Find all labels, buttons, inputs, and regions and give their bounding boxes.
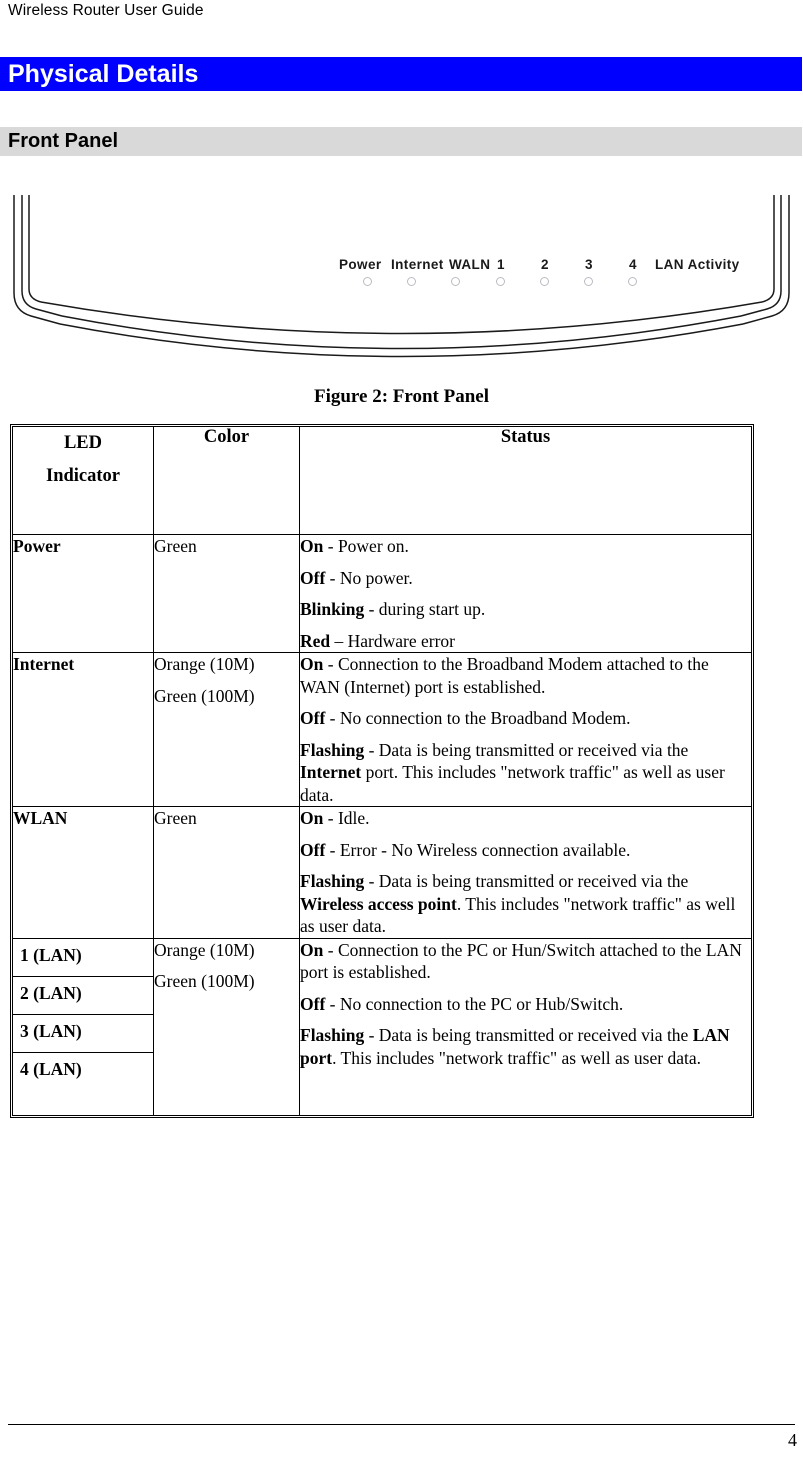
color-line: Green: [154, 536, 197, 556]
status-line: Flashing - Data is being transmitted or …: [300, 1024, 751, 1069]
chapter-title: Physical Details: [8, 60, 199, 88]
chapter-heading-bar: Physical Details: [0, 57, 802, 91]
table-header-row: LED Indicator Color Status: [13, 427, 751, 535]
header-led-line1: LED: [63, 433, 103, 453]
status-dash: -: [325, 567, 340, 588]
cell-indicator-power: Power: [13, 535, 154, 653]
status-text: during start up.: [378, 599, 486, 619]
led-indicator-table: LED Indicator Color Status Power Green O…: [10, 424, 754, 1118]
status-dash: -: [323, 808, 338, 828]
status-line: Off - Error - No Wireless connection ava…: [300, 839, 751, 862]
table-row-lan-ports: 1 (LAN) 2 (LAN) 3 (LAN) 4 (LAN) Orange (…: [13, 938, 751, 1115]
status-label: Red: [300, 630, 331, 651]
footer-divider: [8, 1424, 795, 1425]
cell-indicator-internet: Internet: [13, 653, 154, 807]
lan-sub-row-1: 1 (LAN): [13, 939, 153, 977]
status-label: On: [300, 536, 324, 556]
header-led-line2: Indicator: [46, 466, 120, 486]
status-text: No connection to the PC or Hub/Switch.: [339, 993, 624, 1014]
lan-sub-row-2: 2 (LAN): [13, 977, 153, 1015]
status-text: Data is being transmitted or received vi…: [378, 1025, 693, 1045]
lan-sub-row-4: 4 (LAN): [20, 1058, 82, 1079]
status-line: On - Connection to the PC or Hun/Switch …: [300, 939, 751, 984]
status-line: Red – Hardware error: [300, 630, 751, 653]
cell-status-internet: On - Connection to the Broadband Modem a…: [300, 653, 751, 807]
status-line: Off - No connection to the PC or Hub/Swi…: [300, 993, 751, 1016]
cell-color-power: Green: [154, 535, 300, 653]
table-row-wlan: WLAN Green On - Idle. Off - Error - No W…: [13, 807, 751, 939]
status-dash: -: [364, 599, 379, 619]
status-text: No connection to the Broadband Modem.: [339, 708, 631, 728]
status-text: Error - No Wireless connection available…: [339, 839, 631, 860]
status-dash: -: [364, 1025, 379, 1045]
router-line-drawing: [13, 195, 790, 358]
status-label: On: [300, 654, 324, 674]
header-cell-led-indicator: LED Indicator: [13, 427, 154, 535]
status-label: On: [300, 939, 324, 960]
status-text-after: port. This includes "network traffic" as…: [300, 762, 725, 805]
cell-color-lan: Orange (10M) Green (100M): [154, 938, 300, 1115]
lan-sub-row-3: 3 (LAN): [13, 1015, 153, 1053]
cell-indicator-lan-group: 1 (LAN) 2 (LAN) 3 (LAN) 4 (LAN): [13, 938, 154, 1115]
header-cell-status: Status: [300, 427, 751, 535]
status-label: Off: [300, 839, 326, 860]
status-line: On - Connection to the Broadband Modem a…: [300, 653, 751, 698]
cell-status-power: On - Power on. Off - No power. Blinking …: [300, 535, 751, 653]
status-text: Idle.: [337, 808, 370, 828]
status-label: Off: [300, 567, 326, 588]
running-header-title: Wireless Router User Guide: [8, 2, 204, 19]
status-text: Hardware error: [347, 630, 455, 651]
table-row-power: Power Green On - Power on. Off - No powe…: [13, 535, 751, 653]
status-emphasis: Wireless access point: [300, 893, 457, 914]
color-line: Orange (10M): [154, 654, 255, 674]
status-text: Connection to the Broadband Modem attach…: [300, 654, 709, 697]
status-label: Off: [300, 708, 326, 728]
cell-indicator-wlan: WLAN: [13, 807, 154, 939]
status-dash: -: [325, 993, 340, 1014]
status-line: Off - No power.: [300, 567, 751, 590]
status-text: Connection to the PC or Hun/Switch attac…: [300, 939, 742, 983]
cell-status-wlan: On - Idle. Off - Error - No Wireless con…: [300, 807, 751, 939]
table-row-internet: Internet Orange (10M) Green (100M) On - …: [13, 653, 751, 807]
header-cell-color: Color: [154, 427, 300, 535]
color-line: Green: [154, 808, 197, 828]
status-label: Flashing: [300, 1025, 365, 1045]
status-label: Flashing: [300, 739, 365, 760]
cell-color-internet: Orange (10M) Green (100M): [154, 653, 300, 807]
status-line: On - Idle.: [300, 807, 751, 830]
front-panel-figure: Power Internet WALN 1 2 3 4 LAN Activity: [0, 185, 803, 380]
status-line: Blinking - during start up.: [300, 598, 751, 621]
status-dash: -: [364, 739, 379, 760]
figure-caption: Figure 2: Front Panel: [313, 386, 490, 407]
status-dash: -: [364, 871, 379, 891]
color-line: Orange (10M): [154, 939, 255, 960]
status-label: Blinking: [300, 599, 365, 619]
status-dash: -: [323, 939, 338, 960]
status-line: Flashing - Data is being transmitted or …: [300, 739, 751, 807]
status-text: No power.: [339, 567, 413, 588]
status-line: On - Power on.: [300, 535, 751, 558]
status-emphasis: Internet: [300, 762, 362, 782]
status-dash: -: [325, 708, 340, 728]
status-dash: -: [323, 654, 338, 674]
color-line: Green (100M): [154, 971, 255, 991]
status-dash: -: [323, 536, 338, 556]
status-label: On: [300, 808, 324, 828]
section-heading-bar: Front Panel: [0, 127, 802, 156]
status-text: Data is being transmitted or received vi…: [378, 739, 689, 760]
status-label: Off: [300, 993, 326, 1014]
color-line: Green (100M): [154, 685, 255, 706]
cell-color-wlan: Green: [154, 807, 300, 939]
cell-status-lan: On - Connection to the PC or Hun/Switch …: [300, 939, 751, 1115]
status-label: Flashing: [300, 871, 365, 891]
status-line: Off - No connection to the Broadband Mod…: [300, 707, 751, 730]
status-text: Power on.: [337, 536, 409, 556]
status-line: Flashing - Data is being transmitted or …: [300, 870, 751, 938]
section-title: Front Panel: [8, 130, 119, 152]
status-dash: -: [325, 839, 340, 860]
status-dash: –: [330, 630, 348, 651]
status-text: Data is being transmitted or received vi…: [378, 871, 689, 891]
status-text-after: . This includes "network traffic" as wel…: [332, 1047, 701, 1068]
footer-page-number: 4: [788, 1430, 797, 1450]
